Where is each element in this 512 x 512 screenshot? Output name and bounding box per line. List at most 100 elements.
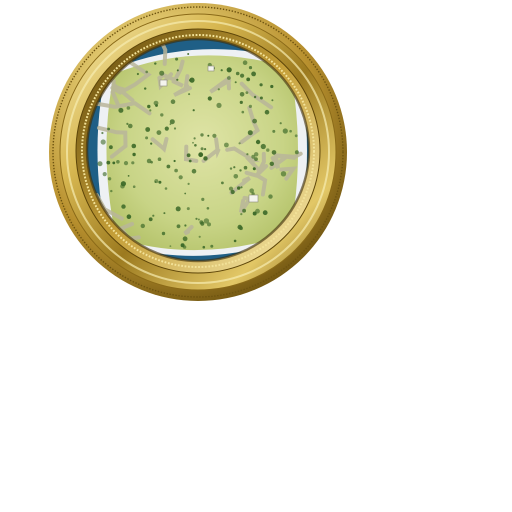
tree — [131, 143, 137, 149]
tree — [220, 69, 223, 72]
tree — [101, 131, 104, 135]
tree — [238, 142, 241, 145]
tree — [156, 130, 162, 136]
tree — [116, 160, 120, 164]
tree — [112, 161, 116, 165]
tree — [270, 84, 274, 89]
tree — [289, 129, 292, 133]
tree — [280, 171, 287, 177]
tree — [210, 244, 214, 248]
tree — [173, 127, 177, 130]
tree — [169, 245, 172, 248]
tree — [217, 88, 220, 91]
tree — [106, 160, 111, 165]
tree — [216, 102, 222, 108]
tree — [100, 139, 106, 145]
tree — [97, 161, 103, 167]
tree — [123, 161, 129, 166]
tree — [268, 194, 273, 199]
tree — [228, 186, 234, 191]
tree — [159, 70, 165, 76]
tree — [176, 78, 179, 81]
tree — [164, 187, 168, 190]
tree — [242, 208, 247, 213]
tree — [204, 148, 207, 151]
tree — [153, 100, 159, 106]
tree — [266, 148, 270, 152]
tree — [251, 71, 256, 77]
tree — [184, 192, 187, 195]
tree — [191, 168, 197, 174]
tree — [110, 189, 113, 193]
tree — [188, 159, 192, 163]
tree — [254, 157, 258, 162]
tree — [200, 133, 204, 137]
tree — [264, 109, 270, 115]
tree — [233, 166, 236, 169]
tree — [237, 224, 243, 230]
tree — [279, 122, 282, 125]
tree — [203, 218, 210, 224]
tree — [145, 136, 149, 140]
tree — [131, 161, 135, 165]
tree — [166, 164, 171, 169]
tree — [242, 60, 248, 65]
tree — [241, 110, 245, 114]
tree — [246, 153, 249, 156]
tree — [252, 118, 257, 124]
tree — [152, 214, 155, 217]
tree — [182, 245, 187, 249]
tree — [109, 145, 113, 150]
tree — [163, 212, 166, 215]
tree — [132, 185, 136, 188]
tree — [203, 156, 208, 161]
tree — [294, 134, 298, 138]
tree — [239, 100, 243, 104]
tree — [269, 161, 274, 166]
tree — [207, 134, 210, 137]
tree — [127, 175, 130, 177]
tree — [178, 175, 183, 180]
tree — [176, 69, 179, 72]
minimap[interactable] — [48, 2, 348, 302]
tree — [294, 150, 299, 155]
tree — [154, 179, 159, 184]
tree — [272, 129, 276, 133]
tree — [197, 218, 200, 221]
tree — [221, 181, 224, 185]
tree — [202, 245, 206, 249]
tree — [255, 139, 261, 145]
tree — [246, 77, 251, 82]
tree — [164, 126, 169, 131]
tree — [247, 130, 253, 136]
tree — [237, 186, 241, 190]
tree — [259, 96, 263, 100]
tree — [235, 71, 240, 76]
tree — [226, 67, 232, 73]
tree — [126, 106, 131, 110]
tree — [192, 141, 194, 144]
tree — [254, 152, 259, 157]
tree — [229, 167, 233, 170]
tree — [187, 53, 190, 55]
tree — [161, 231, 166, 236]
tree — [187, 182, 190, 185]
tree — [186, 153, 191, 158]
tree — [240, 213, 243, 216]
tree — [271, 99, 274, 102]
tree — [186, 207, 190, 211]
tree — [160, 113, 164, 117]
tree — [126, 122, 129, 125]
tree — [262, 210, 268, 216]
tree — [148, 217, 153, 222]
tree — [121, 204, 126, 209]
tree — [239, 169, 242, 172]
tree — [248, 66, 253, 70]
tree — [201, 197, 205, 201]
tree — [239, 92, 245, 97]
minimap-svg[interactable] — [48, 2, 348, 302]
tree — [233, 239, 237, 243]
tree — [248, 104, 252, 108]
tree — [102, 172, 107, 177]
tree — [157, 157, 162, 161]
